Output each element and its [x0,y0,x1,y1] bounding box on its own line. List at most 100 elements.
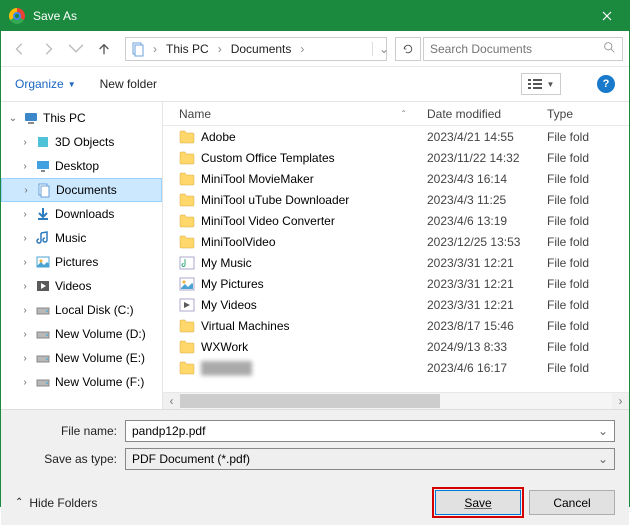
file-name: MiniTool uTube Downloader [201,193,427,207]
scroll-thumb[interactable] [180,394,440,408]
cancel-button[interactable]: Cancel [529,490,615,515]
3d-icon [35,134,51,150]
hide-folders-button[interactable]: ⌃ Hide Folders [15,496,97,510]
expand-icon[interactable]: › [19,233,31,244]
drive-icon [35,326,51,342]
file-type: File fold [547,319,589,333]
filename-field[interactable]: ⌄ [125,420,615,442]
tree-item-label: New Volume (E:) [55,351,145,365]
expand-icon[interactable]: › [20,185,32,196]
expand-icon[interactable]: › [19,209,31,220]
filename-input[interactable] [132,424,598,438]
file-row[interactable]: ██████2023/4/6 16:17File fold [163,357,629,378]
file-row[interactable]: MiniToolVideo2023/12/25 13:53File fold [163,231,629,252]
h-scrollbar[interactable]: ‹ › [163,392,629,409]
tree-item[interactable]: ›New Volume (D:) [1,322,162,346]
file-row[interactable]: MiniTool Video Converter2023/4/6 13:19Fi… [163,210,629,231]
chevron-down-icon: ▼ [68,80,76,89]
file-row[interactable]: WXWork2024/9/13 8:33File fold [163,336,629,357]
back-button[interactable] [7,36,33,62]
col-type[interactable]: Type [547,107,629,121]
folder-icon [179,214,195,228]
expand-icon[interactable]: › [19,377,31,388]
view-icon [528,79,544,89]
tree-item[interactable]: › Downloads [1,202,162,226]
drive-icon [35,302,51,318]
file-row[interactable]: My Pictures2023/3/31 12:21File fold [163,273,629,294]
file-name: Custom Office Templates [201,151,427,165]
new-folder-button[interactable]: New folder [100,77,157,91]
expand-icon[interactable]: › [19,305,31,316]
expand-icon[interactable]: › [19,353,31,364]
file-type: File fold [547,214,589,228]
collapse-icon[interactable]: ⌄ [7,113,19,124]
folder-icon [179,340,195,354]
savetype-label: Save as type: [15,452,125,466]
breadcrumb-root[interactable]: This PC [164,42,211,56]
file-row[interactable]: My Music2023/3/31 12:21File fold [163,252,629,273]
tree-item-label: Downloads [55,207,114,221]
documents-icon [130,41,146,57]
toolbar: Organize▼ New folder ▼ ? [1,67,629,101]
file-row[interactable]: Virtual Machines2023/8/17 15:46File fold [163,315,629,336]
help-button[interactable]: ? [597,75,615,93]
scroll-right[interactable]: › [612,393,629,410]
col-name[interactable]: Name⌃ [179,107,427,121]
tree-item[interactable]: ›Desktop [1,154,162,178]
close-button[interactable] [584,1,629,31]
search-field[interactable] [430,42,603,56]
forward-button[interactable] [35,36,61,62]
nav-tree[interactable]: ⌄ This PC ›3D Objects›Desktop›Documents›… [1,102,163,409]
file-name: Virtual Machines [201,319,427,333]
tree-root-thispc[interactable]: ⌄ This PC [1,106,162,130]
tree-item-label: Pictures [55,255,98,269]
tree-item[interactable]: ›New Volume (F:) [1,370,162,394]
tree-item[interactable]: › New Volume (E:) [1,346,162,370]
file-type: File fold [547,256,589,270]
search-input[interactable] [423,37,623,61]
file-name: My Pictures [201,277,427,291]
file-row[interactable]: MiniTool MovieMaker2023/4/3 16:14File fo… [163,168,629,189]
expand-icon[interactable]: › [19,281,31,292]
address-dropdown[interactable]: ⌄ [372,42,382,56]
expand-icon[interactable]: › [19,257,31,268]
file-name: MiniTool Video Converter [201,214,427,228]
expand-icon[interactable]: › [19,329,31,340]
expand-icon[interactable]: › [19,137,31,148]
file-type: File fold [547,361,589,375]
chrome-icon [9,8,25,24]
tree-item[interactable]: ›Local Disk (C:) [1,298,162,322]
expand-icon[interactable]: › [19,161,31,172]
tree-item-label: Documents [56,183,117,197]
sort-icon: ⌃ [400,109,407,118]
scroll-left[interactable]: ‹ [163,393,180,410]
col-date[interactable]: Date modified [427,107,547,121]
file-row[interactable]: MiniTool uTube Downloader2023/4/3 11:25F… [163,189,629,210]
refresh-button[interactable] [395,37,421,61]
tree-item[interactable]: › Documents [1,178,162,202]
tree-item[interactable]: ›Videos [1,274,162,298]
filename-label: File name: [15,424,125,438]
file-row[interactable]: My Videos2023/3/31 12:21File fold [163,294,629,315]
tree-item[interactable]: › Pictures [1,250,162,274]
filename-dropdown[interactable]: ⌄ [598,424,608,438]
savetype-dropdown[interactable]: ⌄ [598,452,608,466]
file-row[interactable]: Custom Office Templates2023/11/22 14:32F… [163,147,629,168]
file-rows[interactable]: Adobe2023/4/21 14:55File foldCustom Offi… [163,126,629,392]
up-button[interactable] [91,36,117,62]
address-bar[interactable]: › This PC › Documents › ⌄ [125,37,387,61]
scroll-track[interactable] [180,393,612,410]
tree-item[interactable]: ›3D Objects [1,130,162,154]
file-date: 2023/12/25 13:53 [427,235,547,249]
view-options[interactable]: ▼ [521,73,561,95]
tree-item[interactable]: ›Music [1,226,162,250]
organize-menu[interactable]: Organize▼ [15,77,76,91]
savetype-field[interactable]: PDF Document (*.pdf) ⌄ [125,448,615,470]
save-button[interactable]: Save [435,490,521,515]
breadcrumb-folder[interactable]: Documents [229,42,294,56]
file-type: File fold [547,193,589,207]
file-date: 2023/4/3 11:25 [427,193,547,207]
recent-dropdown[interactable] [63,36,89,62]
file-date: 2023/11/22 14:32 [427,151,547,165]
file-row[interactable]: Adobe2023/4/21 14:55File fold [163,126,629,147]
